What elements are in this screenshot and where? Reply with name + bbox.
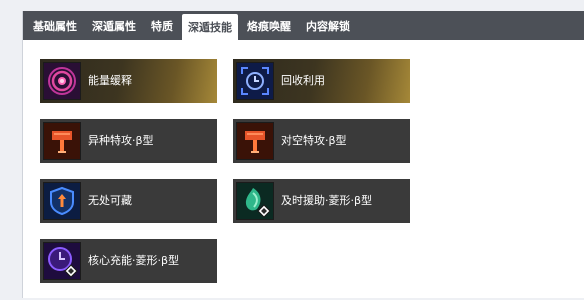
skill-label: 核心充能·菱形·β型: [88, 254, 180, 267]
hammer-icon: [43, 122, 81, 160]
tab-deep-attributes[interactable]: 深遁属性: [86, 11, 142, 40]
skill-label: 异种特攻·β型: [88, 134, 154, 147]
skill-label: 无处可藏: [88, 194, 132, 207]
skills-content: 能量缓释 回收利用 异种特攻·β型 对空特攻·β型 无处可藏 及时援助·菱形·β…: [23, 40, 584, 300]
tab-deep-skills[interactable]: 深遁技能: [182, 14, 238, 40]
skill-label: 对空特攻·β型: [281, 134, 347, 147]
skill-card-nowhere-to-hide[interactable]: 无处可藏: [40, 179, 217, 223]
hammer-icon: [236, 122, 274, 160]
tab-brand-awakening[interactable]: 烙痕唤醒: [241, 11, 297, 40]
tab-traits[interactable]: 特质: [145, 11, 179, 40]
green-crystal-icon: [236, 182, 274, 220]
skill-card-timely-aid[interactable]: 及时援助·菱形·β型: [233, 179, 410, 223]
energy-ring-icon: [43, 62, 81, 100]
skill-card-recycle[interactable]: 回收利用: [233, 59, 410, 103]
skill-card-anti-air-strike[interactable]: 对空特攻·β型: [233, 119, 410, 163]
tab-content-unlock[interactable]: 内容解锁: [300, 11, 356, 40]
shield-arrow-icon: [43, 182, 81, 220]
tab-basic-attributes[interactable]: 基础属性: [27, 11, 83, 40]
skill-label: 能量缓释: [88, 74, 132, 87]
panel-frame: 基础属性 深遁属性 特质 深遁技能 烙痕唤醒 内容解锁 能量缓释 回收利用 异种…: [22, 11, 584, 298]
skill-label: 回收利用: [281, 74, 325, 87]
skill-card-core-charge[interactable]: 核心充能·菱形·β型: [40, 239, 217, 283]
skill-card-energy-release[interactable]: 能量缓释: [40, 59, 217, 103]
skill-card-xeno-strike[interactable]: 异种特攻·β型: [40, 119, 217, 163]
skill-label: 及时援助·菱形·β型: [281, 194, 373, 207]
clock-recycle-icon: [236, 62, 274, 100]
purple-clock-icon: [43, 242, 81, 280]
tab-bar: 基础属性 深遁属性 特质 深遁技能 烙痕唤醒 内容解锁: [23, 11, 584, 40]
